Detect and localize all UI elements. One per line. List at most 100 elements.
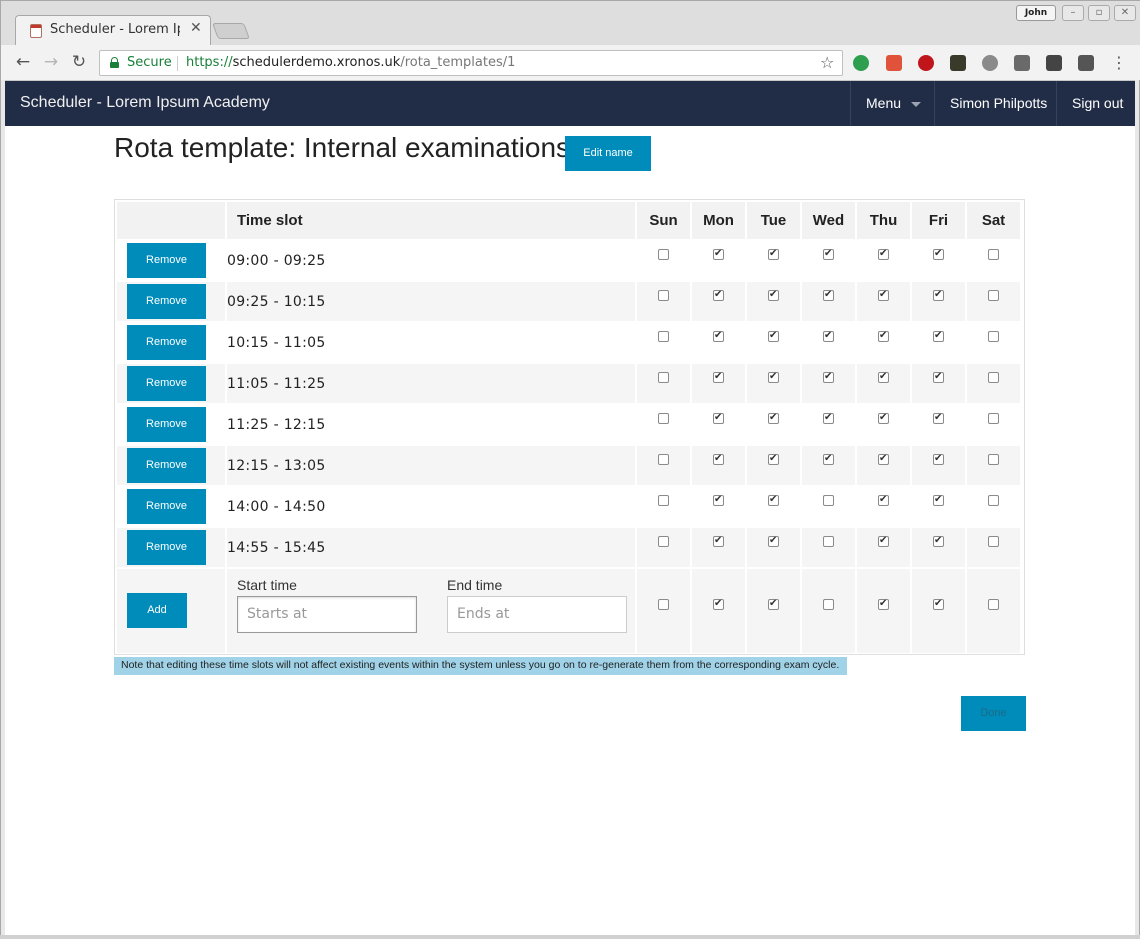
day-checkbox[interactable] — [768, 370, 779, 384]
cast-icon[interactable] — [1014, 55, 1030, 71]
remove-button[interactable]: Remove — [127, 366, 206, 401]
day-checkbox[interactable] — [988, 454, 999, 465]
address-bar[interactable]: Secure https://schedulerdemo.xronos.uk/r… — [99, 50, 843, 76]
day-checkbox[interactable] — [768, 597, 779, 611]
day-checkbox[interactable] — [878, 534, 889, 548]
day-checkbox[interactable] — [713, 534, 724, 548]
forward-icon[interactable]: → — [41, 53, 61, 71]
remove-button[interactable]: Remove — [127, 284, 206, 319]
day-checkbox[interactable] — [988, 536, 999, 547]
day-checkbox[interactable] — [933, 329, 944, 343]
day-checkbox[interactable] — [933, 411, 944, 425]
day-checkbox[interactable] — [988, 249, 999, 260]
day-checkbox[interactable] — [878, 411, 889, 425]
close-window-icon[interactable]: ✕ — [1114, 5, 1136, 21]
day-checkbox[interactable] — [823, 536, 834, 547]
day-checkbox[interactable] — [823, 411, 834, 425]
day-checkbox[interactable] — [988, 495, 999, 506]
day-checkbox[interactable] — [713, 493, 724, 507]
day-checkbox[interactable] — [768, 411, 779, 425]
day-checkbox[interactable] — [878, 493, 889, 507]
chrome-menu-icon[interactable]: ⋮ — [1111, 53, 1127, 72]
remove-button[interactable]: Remove — [127, 325, 206, 360]
day-checkbox[interactable] — [823, 452, 834, 466]
profile-chip[interactable]: John — [1016, 5, 1056, 21]
menu-dropdown[interactable]: Menu — [850, 81, 934, 126]
day-checkbox[interactable] — [988, 599, 999, 610]
app-brand[interactable]: Scheduler - Lorem Ipsum Academy — [20, 94, 270, 112]
remove-button[interactable]: Remove — [127, 530, 206, 565]
day-checkbox[interactable] — [878, 247, 889, 261]
day-checkbox[interactable] — [823, 329, 834, 343]
day-checkbox[interactable] — [933, 247, 944, 261]
day-checkbox[interactable] — [933, 493, 944, 507]
day-checkbox[interactable] — [933, 597, 944, 611]
day-checkbox[interactable] — [933, 370, 944, 384]
day-checkbox[interactable] — [768, 493, 779, 507]
new-tab-button[interactable] — [212, 23, 250, 39]
day-checkbox[interactable] — [658, 536, 669, 547]
day-checkbox[interactable] — [713, 411, 724, 425]
day-checkbox[interactable] — [933, 534, 944, 548]
minimize-icon[interactable]: – — [1062, 5, 1084, 21]
day-checkbox[interactable] — [823, 495, 834, 506]
extension-icon[interactable] — [886, 55, 902, 71]
day-checkbox[interactable] — [823, 288, 834, 302]
day-checkbox[interactable] — [658, 454, 669, 465]
day-checkbox[interactable] — [658, 290, 669, 301]
browser-tab[interactable]: Scheduler - Lorem Ipsum Academy ✕ — [15, 15, 211, 45]
keep-icon[interactable] — [1046, 55, 1062, 71]
day-checkbox[interactable] — [768, 247, 779, 261]
day-checkbox[interactable] — [768, 288, 779, 302]
day-checkbox[interactable] — [933, 452, 944, 466]
bookmark-star-icon[interactable]: ☆ — [820, 53, 834, 72]
add-button[interactable]: Add — [127, 593, 187, 628]
day-checkbox[interactable] — [933, 288, 944, 302]
day-checkbox[interactable] — [713, 452, 724, 466]
day-checkbox[interactable] — [988, 372, 999, 383]
reload-icon[interactable]: ↻ — [69, 53, 89, 71]
day-checkbox[interactable] — [878, 370, 889, 384]
extension-paw-icon[interactable] — [982, 55, 998, 71]
day-checkbox[interactable] — [658, 413, 669, 424]
day-checkbox[interactable] — [713, 247, 724, 261]
day-checkbox[interactable] — [713, 370, 724, 384]
edit-name-button[interactable]: Edit name — [565, 136, 651, 171]
day-checkbox[interactable] — [988, 331, 999, 342]
day-checkbox[interactable] — [658, 331, 669, 342]
day-checkbox[interactable] — [713, 597, 724, 611]
extension-house-icon[interactable] — [950, 55, 966, 71]
url-text[interactable]: https://schedulerdemo.xronos.uk/rota_tem… — [186, 55, 515, 70]
day-checkbox[interactable] — [768, 452, 779, 466]
day-checkbox[interactable] — [878, 597, 889, 611]
day-checkbox[interactable] — [988, 413, 999, 424]
signout-link[interactable]: Sign out — [1056, 81, 1135, 126]
start-time-input[interactable]: Starts at — [237, 596, 417, 633]
mail-check-icon[interactable] — [1078, 55, 1094, 71]
day-checkbox[interactable] — [713, 288, 724, 302]
remove-button[interactable]: Remove — [127, 407, 206, 442]
day-checkbox[interactable] — [768, 329, 779, 343]
day-checkbox[interactable] — [878, 329, 889, 343]
day-checkbox[interactable] — [878, 452, 889, 466]
day-checkbox[interactable] — [768, 534, 779, 548]
done-button[interactable]: Done — [961, 696, 1026, 731]
adblock-icon[interactable] — [918, 55, 934, 71]
remove-button[interactable]: Remove — [127, 489, 206, 524]
day-checkbox[interactable] — [823, 370, 834, 384]
day-checkbox[interactable] — [878, 288, 889, 302]
remove-button[interactable]: Remove — [127, 448, 206, 483]
day-checkbox[interactable] — [713, 329, 724, 343]
close-tab-icon[interactable]: ✕ — [190, 20, 202, 36]
remove-button[interactable]: Remove — [127, 243, 206, 278]
back-icon[interactable]: ← — [13, 53, 33, 71]
user-menu-item[interactable]: Simon Philpotts — [934, 81, 1057, 126]
day-checkbox[interactable] — [988, 290, 999, 301]
end-time-input[interactable]: Ends at — [447, 596, 627, 633]
day-checkbox[interactable] — [823, 599, 834, 610]
maximize-icon[interactable]: ▫ — [1088, 5, 1110, 21]
evernote-extension-icon[interactable] — [853, 55, 869, 71]
day-checkbox[interactable] — [658, 372, 669, 383]
day-checkbox[interactable] — [823, 247, 834, 261]
day-checkbox[interactable] — [658, 495, 669, 506]
